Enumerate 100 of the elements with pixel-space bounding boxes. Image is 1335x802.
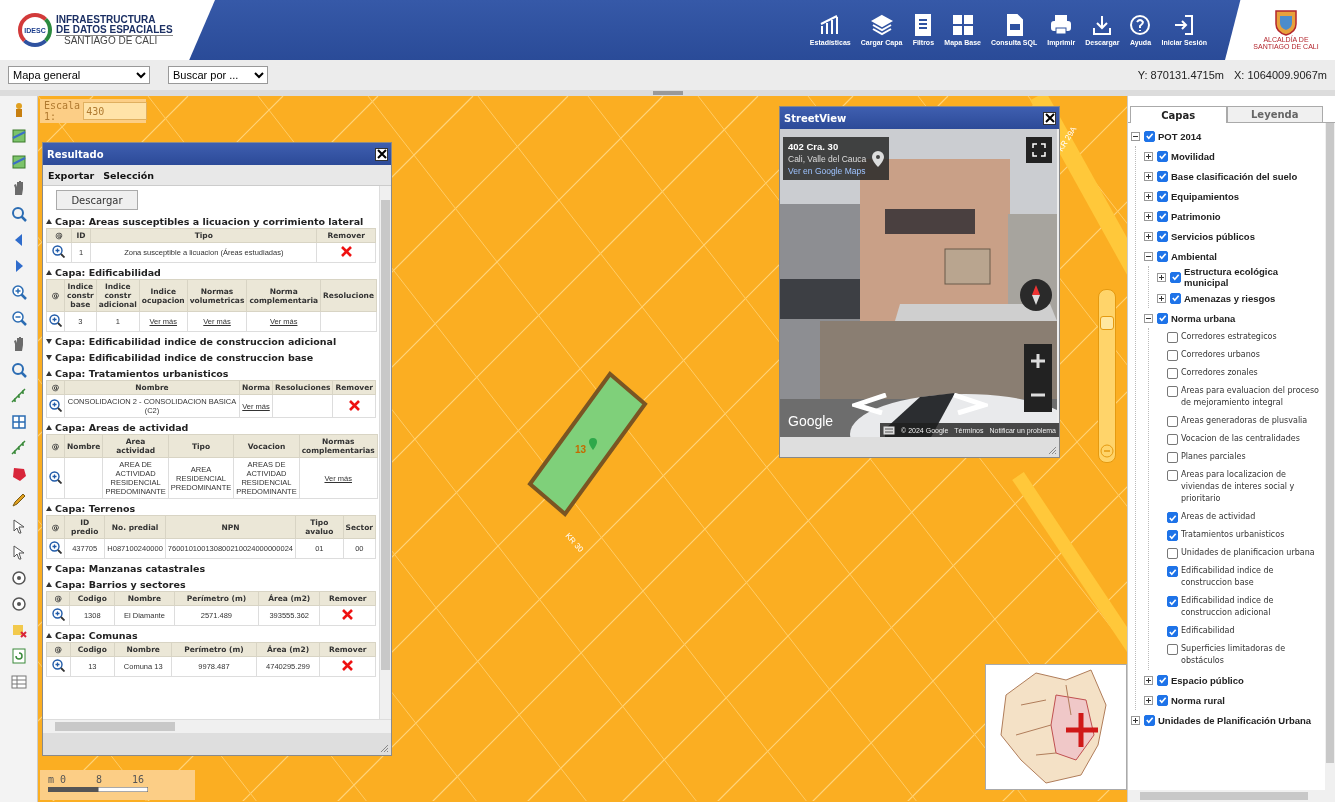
chevron-left-icon[interactable] — [852, 393, 888, 415]
checkbox[interactable] — [1167, 416, 1178, 427]
checkbox[interactable] — [1157, 250, 1168, 262]
pencil-icon[interactable] — [10, 492, 27, 508]
checkbox[interactable] — [1157, 694, 1168, 706]
collapse-icon[interactable] — [1131, 131, 1140, 141]
collapse-icon[interactable] — [1144, 251, 1153, 261]
resize-grip-icon[interactable] — [379, 743, 389, 753]
zoom-in-icon[interactable] — [49, 470, 62, 484]
expand-icon[interactable] — [1144, 151, 1153, 161]
refresh-icon[interactable] — [10, 648, 27, 664]
zoom-in-icon[interactable] — [49, 314, 62, 327]
layer-label[interactable]: Tratamientos urbanisticos — [1181, 529, 1285, 541]
zoom-slider[interactable] — [1098, 289, 1116, 463]
expand-icon[interactable] — [1144, 231, 1153, 241]
collapse-caret-icon[interactable] — [46, 581, 52, 587]
download-button[interactable]: Descargar — [56, 190, 138, 210]
layer-title[interactable]: Capa: Edificabilidad indice de construccion adicional — [55, 335, 337, 347]
checkbox[interactable] — [1157, 210, 1168, 222]
checkbox[interactable] — [1167, 512, 1178, 523]
close-button[interactable] — [1043, 111, 1056, 125]
table-icon[interactable] — [10, 674, 27, 690]
collapse-caret-icon[interactable] — [46, 632, 52, 638]
checkbox[interactable] — [1157, 190, 1168, 202]
menu-item[interactable]: Exportar — [48, 169, 95, 181]
collapse-icon[interactable] — [1144, 313, 1153, 323]
expand-icon[interactable] — [1144, 695, 1153, 705]
checkbox[interactable] — [1167, 548, 1178, 559]
layer-label[interactable]: Areas para localizacion de viviendas de interes social y prioritario — [1181, 469, 1323, 505]
zoom-extent-icon[interactable] — [10, 362, 27, 378]
layer-title[interactable]: Capa: Terrenos — [55, 502, 136, 514]
checkbox[interactable] — [1157, 230, 1168, 242]
checkbox[interactable] — [1167, 368, 1178, 379]
layer-label[interactable]: Edificabilidad — [1181, 625, 1235, 637]
tab[interactable]: Capas — [1130, 106, 1227, 123]
layer-label[interactable]: Corredores zonales — [1181, 367, 1258, 379]
remove-icon[interactable] — [339, 245, 353, 258]
scrollbar[interactable] — [379, 186, 391, 719]
remove-icon[interactable] — [341, 608, 355, 621]
layer-title[interactable]: Capa: Manzanas catastrales — [55, 562, 206, 574]
layer-group-label[interactable]: Estructura ecológica municipal — [1184, 266, 1323, 288]
layers-icon[interactable] — [10, 128, 27, 144]
layer-group-label[interactable]: Patrimonio — [1171, 210, 1221, 222]
layer-label[interactable]: Areas de actividad — [1181, 511, 1256, 523]
expand-icon[interactable] — [1157, 272, 1166, 282]
zoom-in-icon[interactable] — [52, 245, 66, 258]
polygon-icon[interactable] — [10, 466, 27, 482]
checkbox[interactable] — [1167, 596, 1178, 607]
layer-group-label[interactable]: Base clasificación del suelo — [1171, 170, 1298, 182]
checkbox[interactable] — [1157, 674, 1168, 686]
layer-label[interactable]: Areas generadoras de plusvalia — [1181, 415, 1308, 427]
remove-icon[interactable] — [341, 659, 355, 672]
measure-icon[interactable] — [10, 388, 27, 404]
expand-icon[interactable] — [1144, 191, 1153, 201]
layer-group-label[interactable]: Espacio público — [1171, 674, 1244, 686]
checkbox[interactable] — [1170, 292, 1181, 304]
layer-group-label[interactable]: Servicios públicos — [1171, 230, 1255, 242]
checkbox[interactable] — [1170, 271, 1181, 283]
layer-group-label[interactable]: Norma urbana — [1171, 312, 1236, 324]
layer-label[interactable]: Corredores urbanos — [1181, 349, 1260, 361]
parcel-shape[interactable] — [527, 371, 648, 517]
layer-group-label[interactable]: Ambiental — [1171, 250, 1217, 262]
collapse-caret-icon[interactable] — [46, 370, 52, 376]
close-button[interactable] — [375, 147, 388, 161]
layer-title[interactable]: Capa: Areas susceptibles a licuacion y corrimiento lateral — [55, 215, 364, 227]
eraser-icon[interactable] — [10, 622, 27, 638]
horizontal-scrollbar[interactable] — [43, 719, 391, 733]
collapse-caret-icon[interactable] — [46, 424, 52, 430]
layer-label[interactable]: Corredores estrategicos — [1181, 331, 1277, 343]
checkbox[interactable] — [1167, 452, 1178, 463]
checkbox[interactable] — [1144, 130, 1155, 142]
layer-title[interactable]: Capa: Edificabilidad indice de construccion base — [55, 351, 314, 363]
layer-title[interactable]: Capa: Areas de actividad — [55, 421, 189, 433]
collapse-caret-icon[interactable] — [46, 218, 52, 224]
layer-group-label[interactable]: Norma rural — [1171, 694, 1225, 706]
layer-label[interactable]: Planes parciales — [1181, 451, 1246, 463]
zoom-in-icon[interactable] — [10, 284, 27, 300]
checkbox[interactable] — [1167, 530, 1178, 541]
scrollbar[interactable] — [1325, 123, 1335, 790]
map-icon[interactable] — [10, 154, 27, 170]
expand-icon[interactable] — [1157, 293, 1166, 303]
layer-title[interactable]: Capa: Comunas — [55, 629, 138, 641]
expand-icon[interactable] — [1131, 715, 1140, 725]
expand-icon[interactable] — [1144, 675, 1153, 685]
layer-group-label[interactable]: POT 2014 — [1158, 130, 1202, 142]
checkbox[interactable] — [1167, 386, 1178, 397]
layer-title[interactable]: Capa: Tratamientos urbanisticos — [55, 367, 229, 379]
keyboard-icon[interactable] — [883, 425, 896, 435]
layer-group-label[interactable]: Amenazas y riesgos — [1184, 292, 1276, 304]
expand-icon[interactable] — [1144, 211, 1153, 221]
map-select[interactable]: Mapa general — [8, 66, 150, 84]
remove-icon[interactable] — [347, 398, 361, 412]
checkbox[interactable] — [1157, 170, 1168, 182]
zoom-in-icon[interactable] — [49, 541, 62, 554]
layer-label[interactable]: Unidades de planificacion urbana — [1181, 547, 1315, 559]
checkbox[interactable] — [1167, 626, 1178, 637]
zoom-slider-thumb[interactable] — [1100, 316, 1114, 331]
layer-title[interactable]: Capa: Barrios y sectores — [55, 578, 186, 590]
circle-icon[interactable] — [10, 570, 27, 586]
checkbox[interactable] — [1167, 332, 1178, 343]
